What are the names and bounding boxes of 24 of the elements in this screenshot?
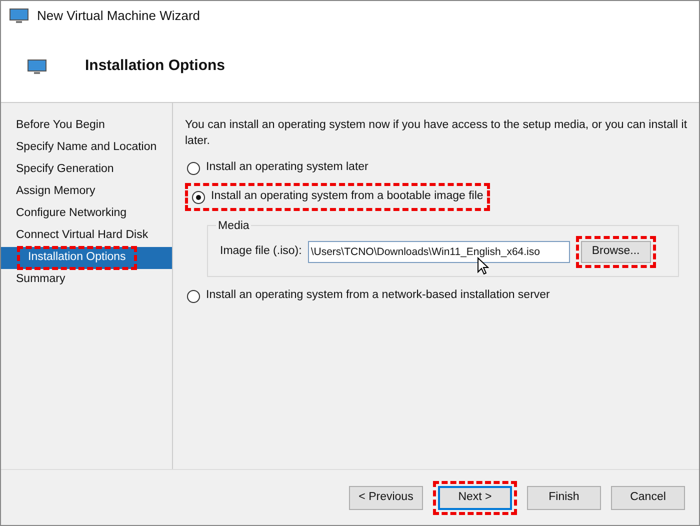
radio-option[interactable]: Install an operating system from a bootable image file bbox=[190, 188, 486, 206]
dialog-button[interactable]: Next > bbox=[438, 486, 512, 510]
sidebar-item[interactable]: Summary bbox=[1, 269, 172, 291]
sidebar-item[interactable]: Connect Virtual Hard Disk bbox=[1, 225, 172, 247]
sidebar-item[interactable]: Assign Memory bbox=[1, 181, 172, 203]
window-title: New Virtual Machine Wizard bbox=[37, 7, 200, 26]
sidebar-item[interactable]: Specify Generation bbox=[1, 159, 172, 181]
sidebar-item[interactable]: Before You Begin bbox=[1, 115, 172, 137]
image-file-field[interactable]: \Users\TCNO\Downloads\Win11_English_x64.iso bbox=[308, 241, 570, 263]
dialog-button[interactable]: < Previous bbox=[349, 486, 423, 510]
browse-button[interactable]: Browse... bbox=[580, 241, 651, 263]
radio-option[interactable]: Install an operating system later bbox=[185, 159, 370, 177]
dialog-button[interactable]: Cancel bbox=[611, 486, 685, 510]
dialog-button[interactable]: Finish bbox=[527, 486, 601, 510]
field-label: Image file (.iso): bbox=[220, 244, 302, 260]
intro-text: You can install an operating system now if you have access to the setup media, or you can install it later. bbox=[185, 118, 688, 149]
cursor-icon bbox=[477, 257, 489, 275]
monitor-icon bbox=[9, 8, 29, 24]
monitor-icon bbox=[27, 58, 47, 74]
sidebar-item[interactable]: Specify Name and Location bbox=[1, 137, 172, 159]
radio-option[interactable]: Install an operating system from a network-based installation server bbox=[185, 287, 552, 305]
sidebar-item[interactable]: Installation Options bbox=[1, 247, 172, 269]
page-title: Installation Options bbox=[85, 56, 226, 76]
sidebar-item[interactable]: Configure Networking bbox=[1, 203, 172, 225]
